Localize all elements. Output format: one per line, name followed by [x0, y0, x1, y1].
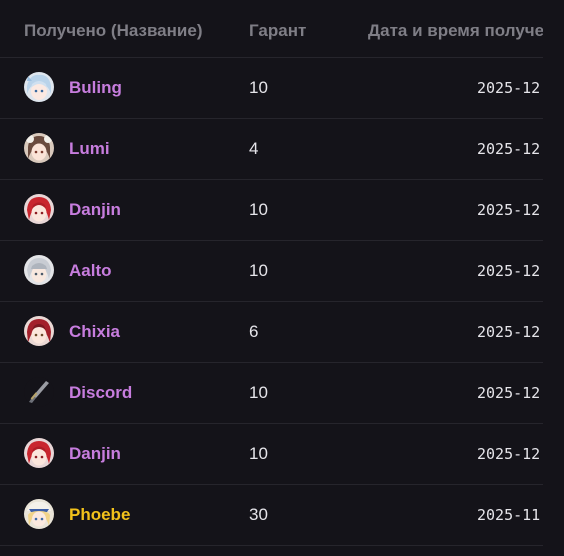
table-viewport: Получено (Название) Гарант Дата и время … [0, 0, 543, 556]
pull-datetime: 2025-12 [477, 262, 541, 280]
column-header-name[interactable]: Получено (Название) [24, 21, 202, 41]
pity-count: 6 [249, 322, 259, 341]
pull-datetime: 2025-12 [477, 323, 541, 341]
table-row[interactable]: Aalto 10 2025-12 [0, 241, 543, 302]
pull-datetime: 2025-12 [477, 201, 541, 219]
danjin-avatar-icon [24, 438, 54, 468]
table-row[interactable]: Lumi 4 2025-12 [0, 119, 543, 180]
item-name: Chixia [69, 322, 121, 341]
pity-count: 4 [249, 139, 259, 158]
lumi-avatar-icon [24, 133, 54, 163]
item-name: Danjin [69, 444, 121, 463]
item-name: Danjin [69, 200, 121, 219]
table-row[interactable]: Phoebe 30 2025-11 [0, 485, 543, 546]
pity-count: 10 [249, 383, 268, 402]
item-name: Buling [69, 78, 122, 97]
aalto-avatar-icon [24, 255, 54, 285]
pull-datetime: 2025-11 [477, 506, 541, 524]
column-header-date[interactable]: Дата и время получе [368, 21, 543, 41]
buling-avatar-icon [24, 72, 54, 102]
pity-count: 10 [249, 78, 268, 97]
item-name: Lumi [69, 139, 110, 158]
table-row[interactable]: Danjin 10 2025-12 [0, 424, 543, 485]
pull-datetime: 2025-12 [477, 384, 541, 402]
item-name: Discord [69, 383, 133, 402]
danjin-avatar-icon [24, 194, 54, 224]
table-row[interactable]: Danjin 10 2025-12 [0, 180, 543, 241]
table-row[interactable]: Chixia 6 2025-12 [0, 302, 543, 363]
pull-datetime: 2025-12 [477, 79, 541, 97]
item-name: Aalto [69, 261, 112, 280]
pull-datetime: 2025-12 [477, 140, 541, 158]
column-header-pity[interactable]: Гарант [249, 21, 306, 41]
pity-count: 10 [249, 444, 268, 463]
pity-count: 10 [249, 261, 268, 280]
table-header: Получено (Название) Гарант Дата и время … [0, 0, 543, 58]
pity-count: 10 [249, 200, 268, 219]
table-row[interactable]: Discord 10 2025-12 [0, 363, 543, 424]
chixia-avatar-icon [24, 316, 54, 346]
pity-count: 30 [249, 505, 268, 524]
item-name: Phoebe [69, 505, 131, 524]
pull-datetime: 2025-12 [477, 445, 541, 463]
discord-weapon-icon [24, 377, 54, 407]
table-row[interactable]: Buling 10 2025-12 [0, 58, 543, 119]
phoebe-avatar-icon [24, 499, 54, 529]
pull-history-table: Получено (Название) Гарант Дата и время … [0, 0, 564, 556]
